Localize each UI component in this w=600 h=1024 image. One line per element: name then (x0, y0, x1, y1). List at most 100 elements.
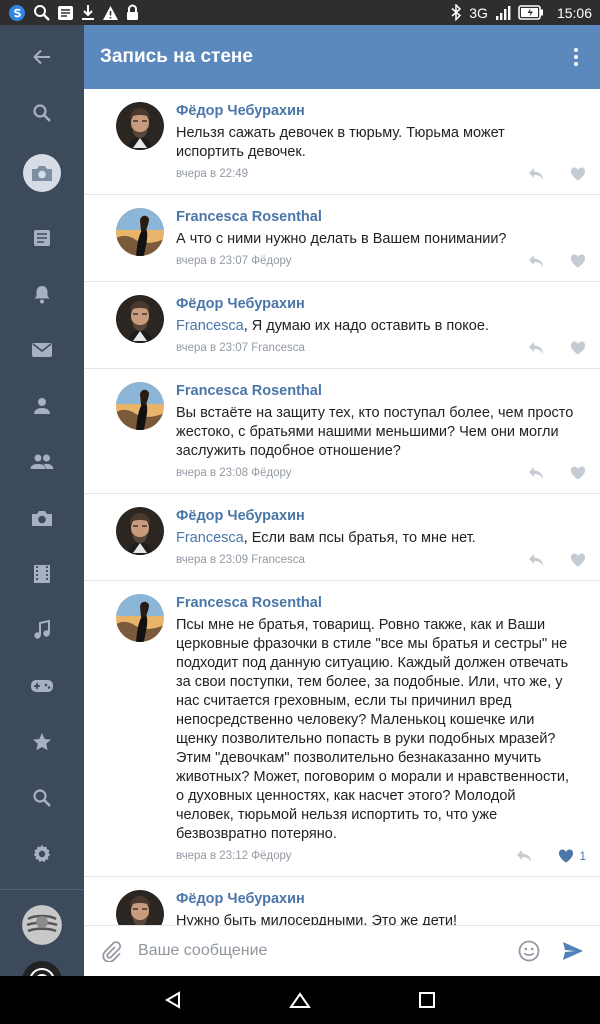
person-icon (34, 398, 50, 414)
comment-text: Вы встаёте на защиту тех, кто поступал б… (176, 404, 590, 461)
status-bar: 3G 15:06 (0, 0, 600, 25)
nav-back-button[interactable] (143, 976, 203, 1024)
avatar[interactable] (116, 507, 164, 555)
comment-item[interactable]: Francesca Rosenthal А что с ними нужно де… (84, 195, 600, 282)
comment-author[interactable]: Francesca Rosenthal (176, 381, 590, 402)
heart-icon (570, 341, 586, 355)
emoji-button[interactable] (518, 940, 540, 962)
heart-icon (570, 466, 586, 480)
sidebar-item-news[interactable] (0, 213, 84, 263)
like-count: 1 (579, 849, 586, 863)
search-icon (34, 5, 50, 21)
sidebar-item-videos[interactable] (0, 549, 84, 599)
avatar[interactable] (116, 102, 164, 150)
like-button[interactable] (570, 254, 586, 268)
like-button[interactable] (570, 553, 586, 567)
comment-author[interactable]: Фёдор Чебурахин (176, 294, 590, 315)
comment-item[interactable]: Francesca Rosenthal Псы мне не братья, то… (84, 581, 600, 877)
back-button[interactable] (0, 32, 84, 82)
comment-author[interactable]: Фёдор Чебурахин (176, 889, 590, 910)
comment-timestamp: вчера в 23:08 Фёдору (176, 467, 292, 479)
comment-body: А что с ними нужно делать в Вашем понима… (176, 231, 507, 247)
comment-author[interactable]: Francesca Rosenthal (176, 593, 590, 614)
nav-recents-button[interactable] (397, 976, 457, 1024)
attach-button[interactable] (100, 940, 122, 962)
avatar[interactable] (116, 208, 164, 256)
avatar[interactable] (116, 295, 164, 343)
reply-mention-link[interactable]: Francesca (176, 318, 244, 334)
group-icon (30, 454, 54, 469)
sidebar-avatar-1[interactable] (22, 905, 62, 945)
comment-item[interactable]: Фёдор Чебурахин Нельзя сажать девочек в т… (84, 89, 600, 195)
more-menu-button[interactable] (568, 42, 584, 72)
kebab-dot (574, 55, 578, 59)
warning-icon (103, 5, 118, 20)
avatar-image (116, 382, 164, 430)
news-icon (34, 230, 50, 246)
sidebar-item-music[interactable] (0, 605, 84, 655)
comment-item[interactable]: Francesca Rosenthal Вы встаёте на защиту … (84, 369, 600, 494)
sidebar-item-games[interactable] (0, 661, 84, 711)
comment-item[interactable]: Фёдор Чебурахин Нужно быть милосердными. … (84, 877, 600, 925)
sidebar-item-camera-active[interactable] (0, 148, 84, 198)
comment-meta: вчера в 23:07 Фёдору (176, 253, 590, 269)
system-nav-bar (0, 976, 600, 1024)
reply-button[interactable] (516, 849, 532, 863)
reply-mention-link[interactable]: Francesca (176, 530, 244, 546)
comment-timestamp: вчера в 23:07 Фёдору (176, 255, 292, 267)
sidebar-item-notifications[interactable] (0, 269, 84, 319)
like-button[interactable] (570, 167, 586, 181)
comment-text: Нужно быть милосердными. Это же дети! (176, 912, 590, 925)
comment-author[interactable]: Фёдор Чебурахин (176, 101, 590, 122)
reply-button[interactable] (528, 466, 544, 480)
send-icon (563, 942, 583, 960)
send-button[interactable] (562, 941, 584, 961)
camera-icon (32, 166, 52, 181)
reply-icon (529, 467, 543, 479)
comment-body: Вы встаёте на защиту тех, кто поступал б… (176, 405, 574, 459)
reply-icon (529, 255, 543, 267)
like-button[interactable] (570, 341, 586, 355)
reply-button[interactable] (528, 341, 544, 355)
avatar-image (116, 890, 164, 925)
sidebar-item-friends[interactable] (0, 437, 84, 487)
comment-meta: вчера в 23:12 Фёдору 1 (176, 848, 590, 864)
sidebar-item-search-2[interactable] (0, 773, 84, 823)
sidebar-item-messages[interactable] (0, 325, 84, 375)
avatar (22, 961, 62, 976)
like-button[interactable] (570, 466, 586, 480)
star-icon (33, 733, 51, 751)
lock-icon (127, 4, 138, 20)
like-button[interactable]: 1 (558, 849, 586, 863)
sidebar-item-photos[interactable] (0, 493, 84, 543)
reply-icon (517, 850, 532, 862)
comment-item[interactable]: Фёдор Чебурахин Francesca, Если вам псы б… (84, 494, 600, 581)
message-input[interactable] (138, 942, 518, 960)
comment-timestamp: вчера в 22:49 (176, 168, 249, 180)
reply-button[interactable] (528, 254, 544, 268)
status-right-icons: 3G 15:06 (450, 4, 592, 21)
comment-item[interactable]: Фёдор Чебурахин Francesca, Я думаю их над… (84, 282, 600, 369)
photo-icon (32, 511, 52, 526)
reply-icon (529, 554, 543, 566)
sidebar-avatar-2[interactable] (22, 961, 62, 976)
avatar-image (116, 594, 164, 642)
sidebar-item-settings[interactable] (0, 829, 84, 879)
nav-home-button[interactable] (270, 976, 330, 1024)
comment-meta: вчера в 23:09 Francesca (176, 552, 590, 568)
gear-icon (33, 844, 51, 863)
sidebar-item-favorites[interactable] (0, 717, 84, 767)
sidebar-item-profile[interactable] (0, 381, 84, 431)
avatar[interactable] (116, 594, 164, 642)
reply-button[interactable] (528, 167, 544, 181)
bell-icon (34, 286, 50, 304)
avatar[interactable] (116, 890, 164, 925)
comment-body: Нельзя сажать девочек в тюрьму. Тюрьма м… (176, 125, 505, 160)
comment-text: Francesca, Если вам псы братья, то мне н… (176, 529, 590, 548)
comment-author[interactable]: Фёдор Чебурахин (176, 506, 590, 527)
reply-button[interactable] (528, 553, 544, 567)
avatar[interactable] (116, 382, 164, 430)
comment-author[interactable]: Francesca Rosenthal (176, 207, 590, 228)
reply-icon (529, 342, 543, 354)
sidebar-item-search[interactable] (0, 88, 84, 138)
